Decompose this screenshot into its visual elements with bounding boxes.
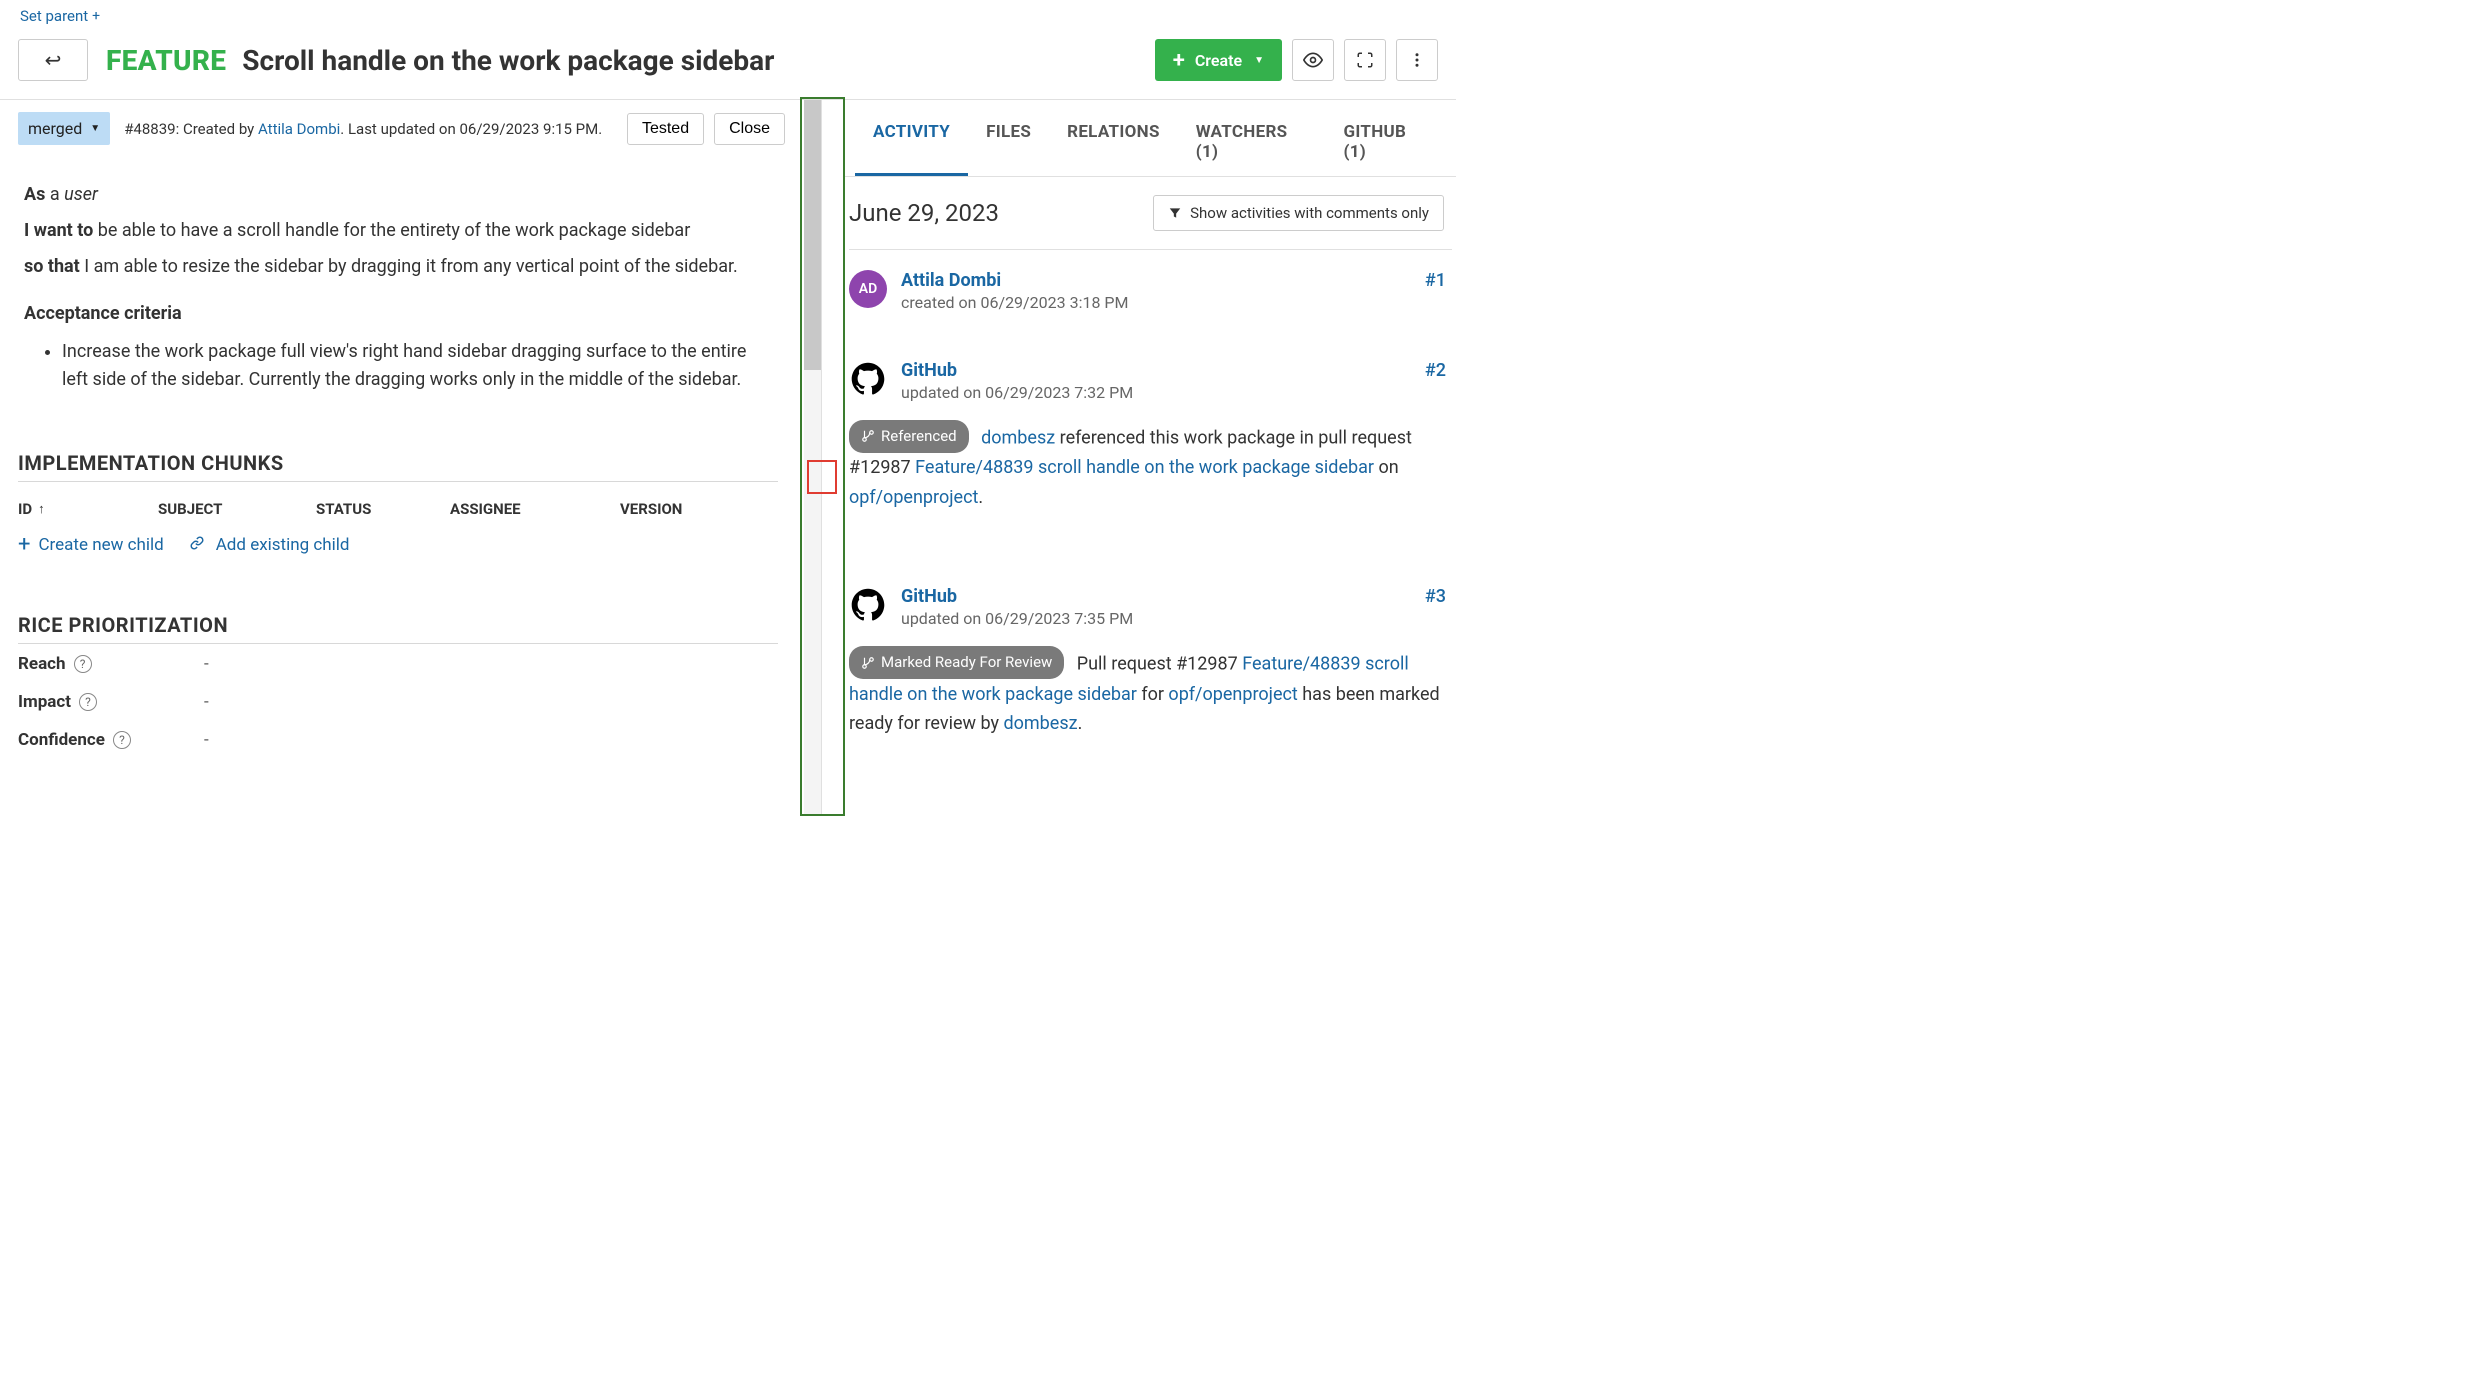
activity-filter-button[interactable]: Show activities with comments only [1153,195,1444,231]
tab-relations[interactable]: RELATIONS [1049,100,1178,176]
acceptance-title: Acceptance criteria [24,303,772,324]
back-button[interactable]: ↩ [18,39,88,81]
repo-link[interactable]: opf/openproject [849,487,978,508]
activity-entry: GitHub updated on 06/29/2023 7:35 PM #3 … [849,566,1452,738]
status-value: merged [28,119,82,138]
add-existing-child-link[interactable]: Add existing child [186,532,350,557]
caret-down-icon: ▼ [90,123,100,134]
entry-timestamp: updated on 06/29/2023 7:35 PM [901,609,1411,628]
link-icon [186,535,208,555]
eye-icon [1303,50,1323,70]
entry-anchor[interactable]: #1 [1425,270,1446,291]
meta-info: #48839: Created by Attila Dombi. Last up… [124,120,602,138]
fullscreen-button[interactable] [1344,39,1386,81]
rice-reach-row: Reach ? - [18,654,795,674]
user-link[interactable]: dombesz [981,427,1055,448]
github-icon [851,588,885,622]
col-status[interactable]: STATUS [316,492,450,526]
github-icon [851,362,885,396]
kebab-icon [1408,51,1426,69]
scrollbar-track[interactable] [804,100,822,816]
plus-icon: + [92,8,100,24]
help-icon[interactable]: ? [74,655,92,673]
entry-author[interactable]: GitHub [901,586,1411,607]
status-pill-ready: Marked Ready For Review [849,646,1064,679]
caret-down-icon: ▼ [1254,55,1264,66]
sort-asc-icon: ↑ [38,501,45,517]
create-child-link[interactable]: + Create new child [18,532,164,557]
plus-icon: + [18,532,30,557]
activity-date: June 29, 2023 [849,199,999,227]
scrollbar-thumb[interactable] [804,100,821,370]
help-icon[interactable]: ? [79,693,97,711]
chunks-heading: IMPLEMENTATION CHUNKS [18,451,778,482]
description[interactable]: As a user I want to be able to have a sc… [18,171,778,395]
rice-heading: RICE PRIORITIZATION [18,613,778,644]
set-parent-label: Set parent [20,7,88,25]
chunks-table-header: ID ↑ SUBJECT STATUS ASSIGNEE VERSION [18,492,778,526]
avatar[interactable]: AD [849,270,887,308]
rice-confidence-row: Confidence ? - [18,730,795,750]
watch-button[interactable] [1292,39,1334,81]
entry-anchor[interactable]: #3 [1425,586,1446,607]
tab-activity[interactable]: ACTIVITY [855,100,968,176]
expand-icon [1356,51,1374,69]
main-content: merged ▼ #48839: Created by Attila Dombi… [0,100,795,816]
entry-anchor[interactable]: #2 [1425,360,1446,381]
sidebar-tabs: ACTIVITY FILES RELATIONS WATCHERS (1) GI… [845,100,1456,177]
help-icon[interactable]: ? [113,731,131,749]
plus-icon: + [1173,48,1185,73]
entry-author[interactable]: GitHub [901,360,1411,381]
type-label: FEATURE [106,44,226,77]
sidebar-resize-handle[interactable] [795,100,845,816]
activity-entry: AD Attila Dombi created on 06/29/2023 3:… [849,250,1452,312]
user-link[interactable]: dombesz [1003,713,1077,734]
tab-files[interactable]: FILES [968,100,1049,176]
repo-link[interactable]: opf/openproject [1168,684,1297,705]
author-link[interactable]: Attila Dombi [258,120,340,138]
tab-watchers[interactable]: WATCHERS (1) [1178,100,1326,176]
page-title[interactable]: Scroll handle on the work package sideba… [242,44,774,77]
create-button[interactable]: + Create ▼ [1155,39,1282,81]
col-version[interactable]: VERSION [620,492,750,526]
criterion-item: Increase the work package full view's ri… [62,338,772,396]
avatar[interactable] [849,586,887,624]
col-assignee[interactable]: ASSIGNEE [450,492,620,526]
status-pill-referenced: Referenced [849,420,969,453]
filter-icon [1168,206,1182,220]
entry-author[interactable]: Attila Dombi [901,270,1411,291]
activity-entry: GitHub updated on 06/29/2023 7:32 PM #2 … [849,340,1452,512]
entry-timestamp: updated on 06/29/2023 7:32 PM [901,383,1411,402]
pr-link[interactable]: Feature/48839 scroll handle on the work … [915,457,1374,478]
col-id[interactable]: ID ↑ [18,492,158,526]
tab-github[interactable]: GITHUB (1) [1325,100,1446,176]
more-menu-button[interactable] [1396,39,1438,81]
rice-impact-value[interactable]: - [204,692,209,712]
entry-timestamp: created on 06/29/2023 3:18 PM [901,293,1411,312]
tested-button[interactable]: Tested [627,113,704,145]
set-parent-link[interactable]: Set parent + [20,7,100,25]
rice-impact-row: Impact ? - [18,692,795,712]
back-arrow-icon: ↩ [45,48,62,72]
close-button[interactable]: Close [714,113,785,145]
rice-reach-value[interactable]: - [204,654,209,674]
col-subject[interactable]: SUBJECT [158,492,316,526]
status-dropdown[interactable]: merged ▼ [18,112,110,145]
rice-confidence-value[interactable]: - [204,730,209,750]
create-label: Create [1195,51,1242,70]
avatar[interactable] [849,360,887,398]
